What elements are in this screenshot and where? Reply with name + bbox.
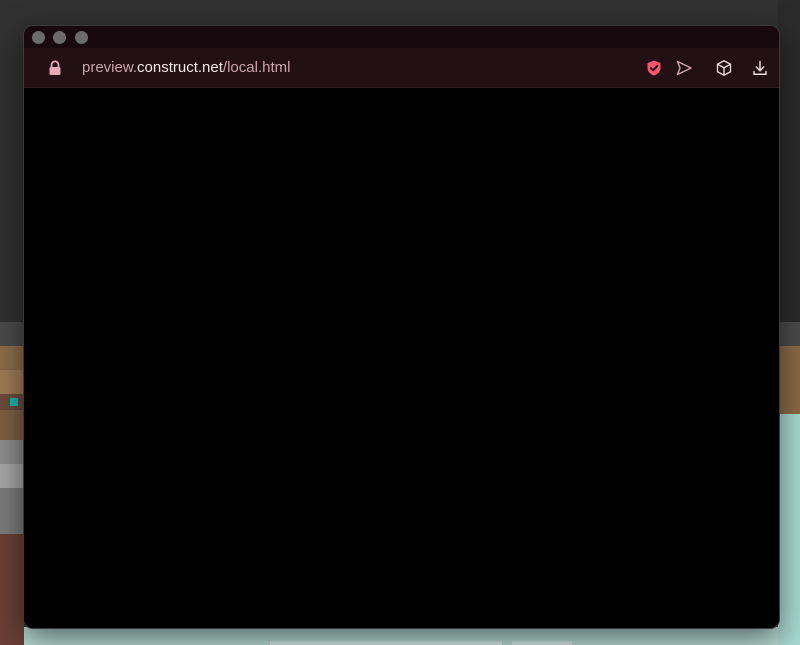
- url-text[interactable]: preview.construct.net/local.html: [82, 59, 290, 77]
- shield-check-icon[interactable]: [645, 59, 663, 77]
- url-path: /local.html: [222, 59, 291, 76]
- url-prefix: preview.: [82, 59, 138, 76]
- editor-right-panel: [778, 0, 800, 322]
- minimize-window-button[interactable]: [53, 31, 66, 44]
- send-icon[interactable]: [675, 59, 693, 77]
- address-bar[interactable]: preview.construct.net/local.html: [24, 48, 779, 88]
- editor-left-canvas: [0, 346, 24, 645]
- close-window-button[interactable]: [32, 31, 45, 44]
- preview-viewport[interactable]: [24, 88, 779, 628]
- download-icon[interactable]: [751, 59, 769, 77]
- editor-right-texture: [778, 346, 800, 414]
- editor-bottom-bar: [270, 641, 502, 645]
- lock-icon: [49, 60, 61, 75]
- window-titlebar[interactable]: [24, 26, 779, 48]
- url-host: construct.net: [137, 59, 223, 76]
- cube-icon[interactable]: [715, 59, 733, 77]
- zoom-window-button[interactable]: [75, 31, 88, 44]
- preview-window[interactable]: preview.construct.net/local.html: [24, 26, 779, 628]
- editor-bottom-bar-small: [512, 641, 572, 645]
